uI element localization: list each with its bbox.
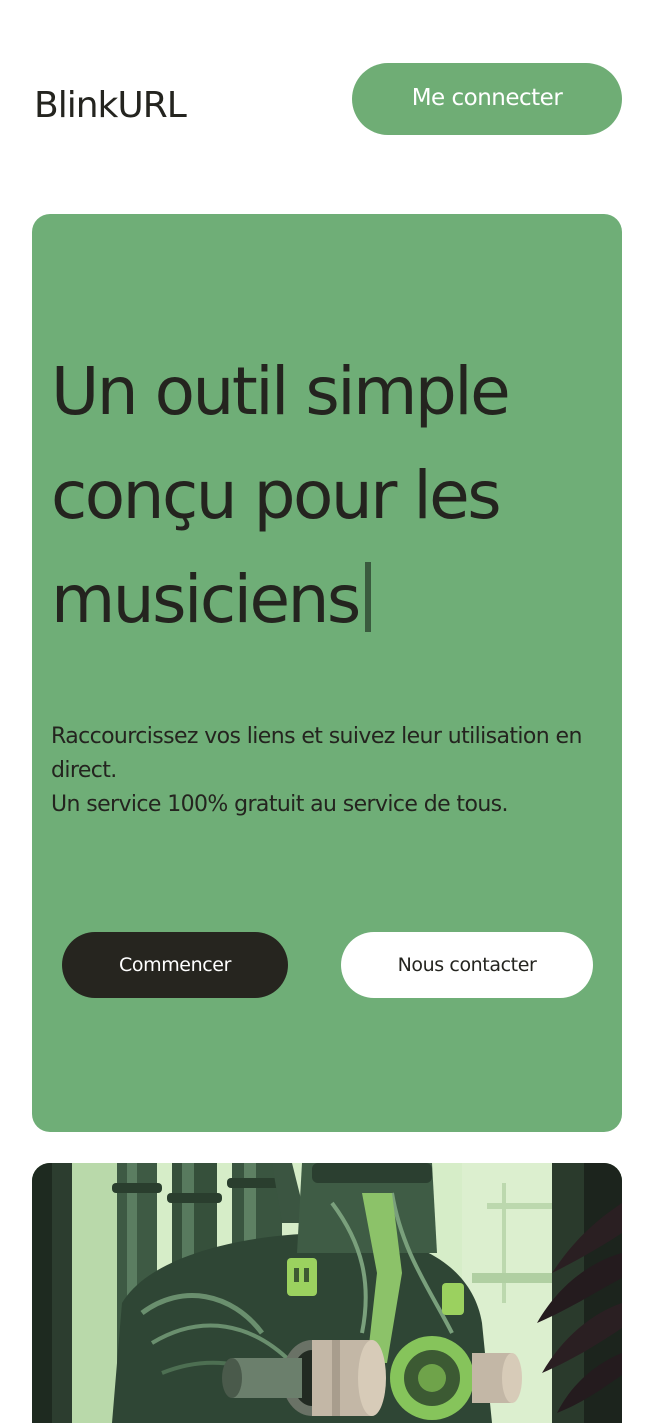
- brand-logo[interactable]: BlinkURL: [34, 84, 187, 128]
- hero-title-line-3: musiciens: [51, 561, 361, 638]
- hero-description-line-2: Un service 100% gratuit au service de to…: [51, 792, 509, 817]
- typing-cursor: [364, 562, 371, 632]
- hero-description-line-1: Raccourcissez vos liens et suivez leur u…: [51, 724, 582, 783]
- site-header: BlinkURL Me connecter: [0, 0, 654, 170]
- machine-illustration: [32, 1163, 622, 1423]
- contact-button[interactable]: Nous contacter: [341, 932, 593, 998]
- hero-description: Raccourcissez vos liens et suivez leur u…: [51, 720, 611, 822]
- hero-illustration: [32, 1163, 622, 1423]
- start-button[interactable]: Commencer: [62, 932, 288, 998]
- login-button[interactable]: Me connecter: [352, 63, 622, 135]
- hero-card: Un outil simple conçu pour les musiciens R…: [32, 214, 622, 1132]
- hero-title-line-1: Un outil simple: [51, 353, 511, 430]
- hero-title: Un outil simple conçu pour les musiciens: [51, 340, 611, 652]
- hero-title-line-2: conçu pour les: [51, 457, 502, 534]
